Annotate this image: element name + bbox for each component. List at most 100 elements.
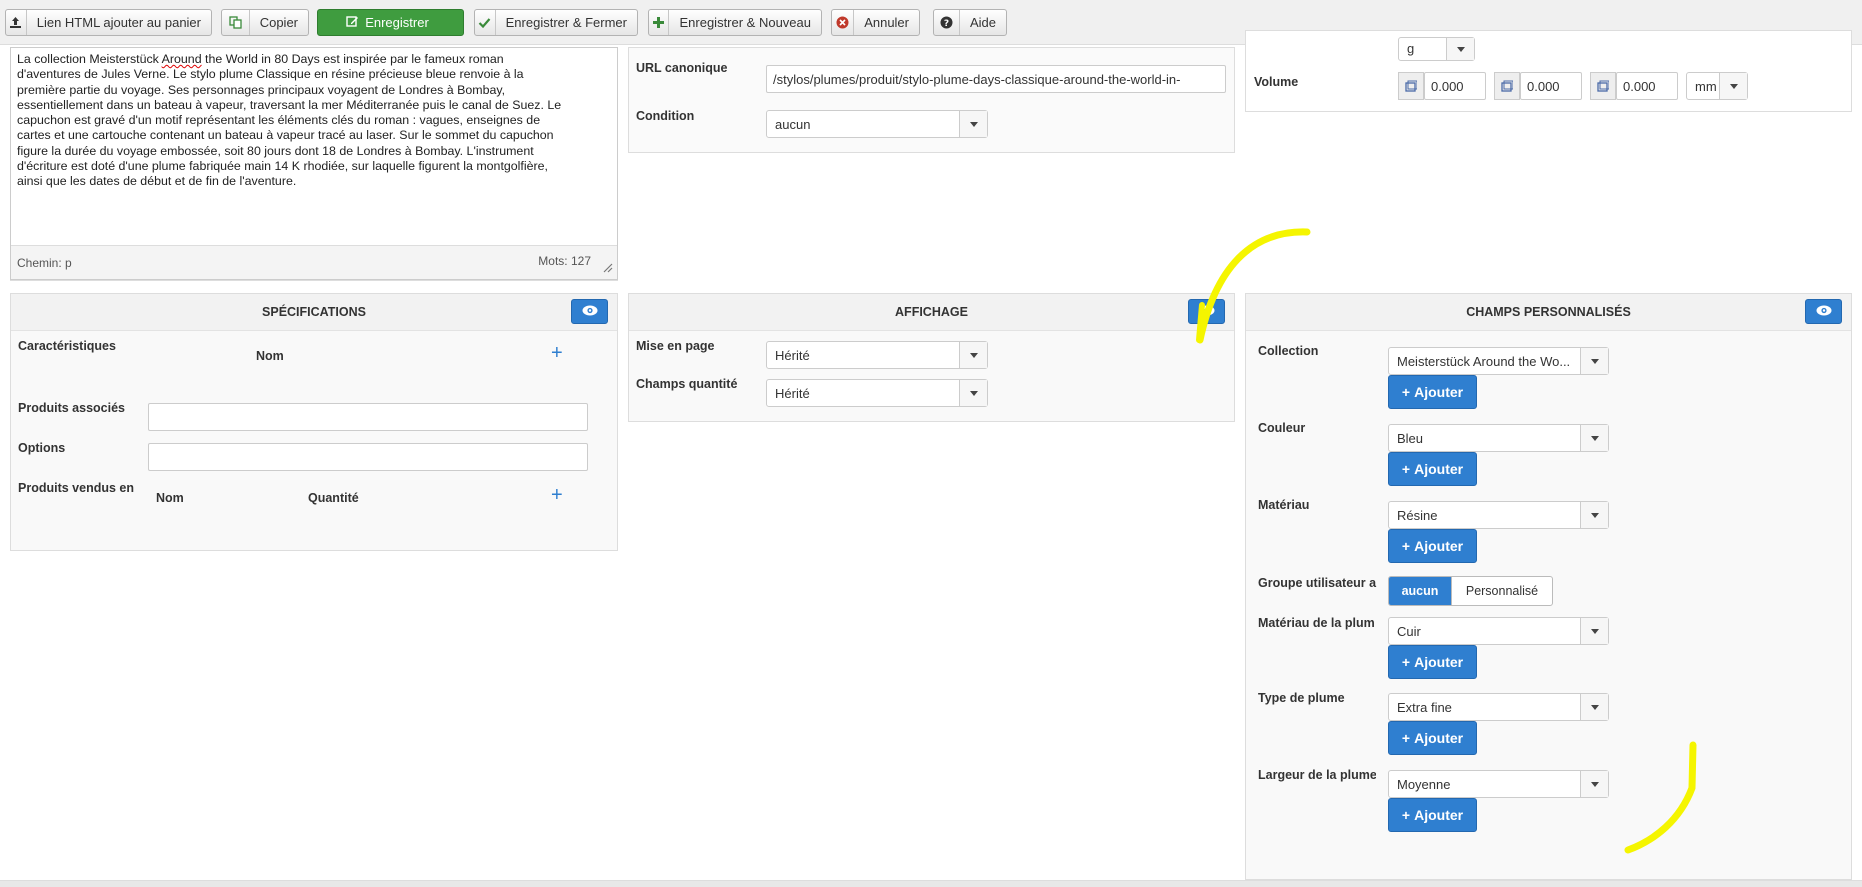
canonical-url-value: /stylos/plumes/produit/stylo-plume-days-…: [773, 72, 1181, 87]
material-label: Matériau: [1258, 498, 1310, 512]
characteristics-name-col: Nom: [256, 349, 284, 363]
canonical-url-input[interactable]: /stylos/plumes/produit/stylo-plume-days-…: [766, 65, 1226, 93]
add-nib-material-button[interactable]: + Ajouter: [1388, 645, 1477, 679]
help-button[interactable]: ? Aide: [933, 9, 1007, 36]
editor-line: d'écriture est doté d'une plume fabriqué…: [17, 159, 548, 174]
sold-in-qty-col: Quantité: [308, 491, 359, 505]
width-input[interactable]: 0.000: [1520, 72, 1582, 100]
chevron-down-icon: [1580, 618, 1608, 644]
copy-button[interactable]: Copier: [221, 9, 309, 36]
plus-icon: +: [1401, 538, 1411, 554]
horizontal-scrollbar[interactable]: [0, 880, 1862, 887]
save-button[interactable]: Enregistrer: [317, 9, 464, 36]
add-collection-button[interactable]: + Ajouter: [1388, 375, 1477, 409]
add-label: Ajouter: [1414, 654, 1464, 670]
height-input[interactable]: 0.000: [1616, 72, 1678, 100]
add-color-button[interactable]: + Ajouter: [1388, 452, 1477, 486]
seo-panel: URL canonique /stylos/plumes/produit/sty…: [628, 47, 1235, 153]
related-products-input[interactable]: [148, 403, 588, 431]
chevron-down-icon: [1446, 38, 1474, 60]
nib-material-label: Matériau de la plum: [1258, 616, 1375, 630]
editor-line: essentiellement dans un bateau à vapeur,…: [17, 97, 562, 112]
chevron-down-icon: [959, 380, 987, 406]
material-select[interactable]: Résine: [1388, 501, 1609, 529]
save-close-button[interactable]: Enregistrer & Fermer: [474, 9, 638, 36]
length-input[interactable]: 0.000: [1424, 72, 1486, 100]
collection-value: Meisterstück Around the Wo...: [1397, 354, 1571, 369]
canonical-label: URL canonique: [636, 61, 728, 75]
add-nib-width-button[interactable]: + Ajouter: [1388, 798, 1477, 832]
add-label: Ajouter: [1414, 538, 1464, 554]
specifications-panel: SPÉCIFICATIONS Caractéristiques Nom + Pr…: [10, 293, 618, 551]
upload-icon: [6, 10, 27, 35]
chevron-down-icon: [1580, 502, 1608, 528]
eye-toggle-button[interactable]: [1805, 299, 1842, 324]
editor-line: the World in 80 Days est inspirée par le…: [201, 52, 504, 66]
save-label: Enregistrer: [365, 15, 429, 30]
display-title: AFFICHAGE: [629, 294, 1234, 331]
width-value: 0.000: [1527, 79, 1560, 94]
chevron-down-icon: [1580, 348, 1608, 374]
sold-in-label: Produits vendus en: [18, 481, 134, 495]
add-material-button[interactable]: + Ajouter: [1388, 529, 1477, 563]
add-sold-in-plus-icon[interactable]: +: [551, 484, 563, 507]
material-value: Résine: [1397, 508, 1438, 523]
add-label: Ajouter: [1414, 807, 1464, 823]
html-link-button[interactable]: Lien HTML ajouter au panier: [5, 9, 212, 36]
nib-type-value: Extra fine: [1397, 700, 1452, 715]
cancel-label: Annuler: [864, 15, 909, 30]
save-new-button[interactable]: Enregistrer & Nouveau: [648, 9, 822, 36]
eye-toggle-button[interactable]: [571, 299, 608, 324]
quantity-fields-select[interactable]: Hérité: [766, 379, 988, 407]
color-select[interactable]: Bleu: [1388, 424, 1609, 452]
usergroup-option-none[interactable]: aucun: [1389, 577, 1451, 605]
plus-icon: +: [1401, 461, 1411, 477]
collection-select[interactable]: Meisterstück Around the Wo...: [1388, 347, 1609, 375]
volume-unit-select[interactable]: mm: [1686, 72, 1748, 100]
add-characteristic-plus-icon[interactable]: +: [551, 342, 563, 365]
eye-toggle-button[interactable]: [1188, 299, 1225, 324]
chevron-down-icon: [959, 342, 987, 368]
cancel-button[interactable]: Annuler: [831, 9, 920, 36]
usergroup-label: Groupe utilisateur a: [1258, 576, 1377, 590]
options-label: Options: [18, 441, 66, 455]
dimensions-panel: g Volume 0.000 0.000 0.000 mm: [1245, 30, 1852, 112]
add-nib-type-button[interactable]: + Ajouter: [1388, 721, 1477, 755]
chevron-down-icon: [1580, 694, 1608, 720]
editor-path: Chemin: p: [17, 256, 72, 270]
nib-type-label: Type de plume: [1258, 691, 1345, 705]
editor-content[interactable]: La collection Meisterstück Around the Wo…: [17, 52, 613, 190]
cancel-icon: [832, 10, 855, 35]
add-label: Ajouter: [1414, 384, 1464, 400]
nib-width-select[interactable]: Moyenne: [1388, 770, 1609, 798]
nib-material-select[interactable]: Cuir: [1388, 617, 1609, 645]
weight-unit-value: g: [1407, 41, 1415, 56]
edit-icon: [346, 15, 359, 31]
condition-label: Condition: [636, 109, 695, 123]
editor-line: première partie du voyage. Ses personnag…: [17, 82, 506, 97]
options-input[interactable]: [148, 443, 588, 471]
color-value: Bleu: [1397, 431, 1424, 446]
condition-select[interactable]: aucun: [766, 110, 988, 138]
question-icon: ?: [934, 10, 960, 35]
plus-icon: +: [1401, 384, 1411, 400]
length-value: 0.000: [1431, 79, 1464, 94]
add-label: Ajouter: [1414, 730, 1464, 746]
resize-handle-icon[interactable]: [601, 261, 613, 276]
nib-type-select[interactable]: Extra fine: [1388, 693, 1609, 721]
check-icon: [475, 10, 496, 35]
editor-divider: [10, 280, 618, 281]
length-icon: [1398, 72, 1424, 100]
editor-line: figure la durée du voyage embossée, soit…: [17, 143, 534, 158]
usergroup-option-custom[interactable]: Personnalisé: [1451, 577, 1552, 605]
weight-unit-select[interactable]: g: [1398, 37, 1475, 61]
copy-icon: [222, 10, 250, 35]
nib-width-value: Moyenne: [1397, 777, 1451, 792]
nib-material-value: Cuir: [1397, 624, 1421, 639]
word-count: Mots: 127: [538, 254, 591, 268]
collection-label: Collection: [1258, 344, 1319, 358]
color-label: Couleur: [1258, 421, 1306, 435]
description-editor[interactable]: La collection Meisterstück Around the Wo…: [10, 47, 618, 280]
display-panel: AFFICHAGE Mise en page Hérité Champs qua…: [628, 293, 1235, 422]
layout-select[interactable]: Hérité: [766, 341, 988, 369]
